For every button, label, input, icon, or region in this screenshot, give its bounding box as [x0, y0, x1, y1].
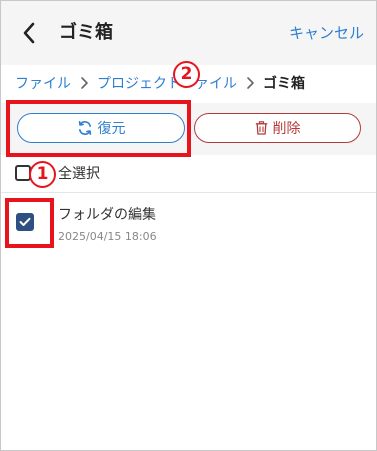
delete-button[interactable]: 削除 [194, 113, 361, 143]
chevron-right-icon [247, 77, 254, 89]
screen: ゴミ箱 キャンセル ファイル プロジェクトファイル ゴミ箱 復元 削除 全選択 … [0, 0, 377, 451]
annotation-marker-2: 2 [173, 61, 200, 88]
chevron-right-icon [81, 77, 88, 89]
delete-button-label: 削除 [272, 121, 301, 137]
annotation-box-item-checkbox [5, 198, 54, 248]
breadcrumb: ファイル プロジェクトファイル ゴミ箱 [15, 71, 305, 95]
annotation-box-actions [6, 100, 191, 157]
chevron-left-icon [23, 22, 35, 44]
select-all-label: 全選択 [58, 166, 100, 182]
select-all-row[interactable]: 全選択 [15, 161, 100, 185]
cancel-button[interactable]: キャンセル [289, 22, 364, 44]
breadcrumb-item-project-files[interactable]: プロジェクトファイル [97, 73, 237, 93]
header: ゴミ箱 キャンセル [1, 1, 376, 65]
annotation-marker-1: 1 [29, 161, 56, 188]
breadcrumb-item-files[interactable]: ファイル [15, 73, 71, 93]
list-item[interactable]: フォルダの編集 2025/04/15 18:06 [1, 197, 376, 253]
item-date: 2025/04/15 18:06 [58, 230, 157, 243]
back-button[interactable] [15, 19, 43, 47]
divider [1, 192, 376, 193]
item-name: フォルダの編集 [58, 207, 156, 223]
trash-icon [255, 121, 267, 135]
breadcrumb-current: ゴミ箱 [263, 76, 305, 92]
page-title: ゴミ箱 [59, 22, 113, 43]
